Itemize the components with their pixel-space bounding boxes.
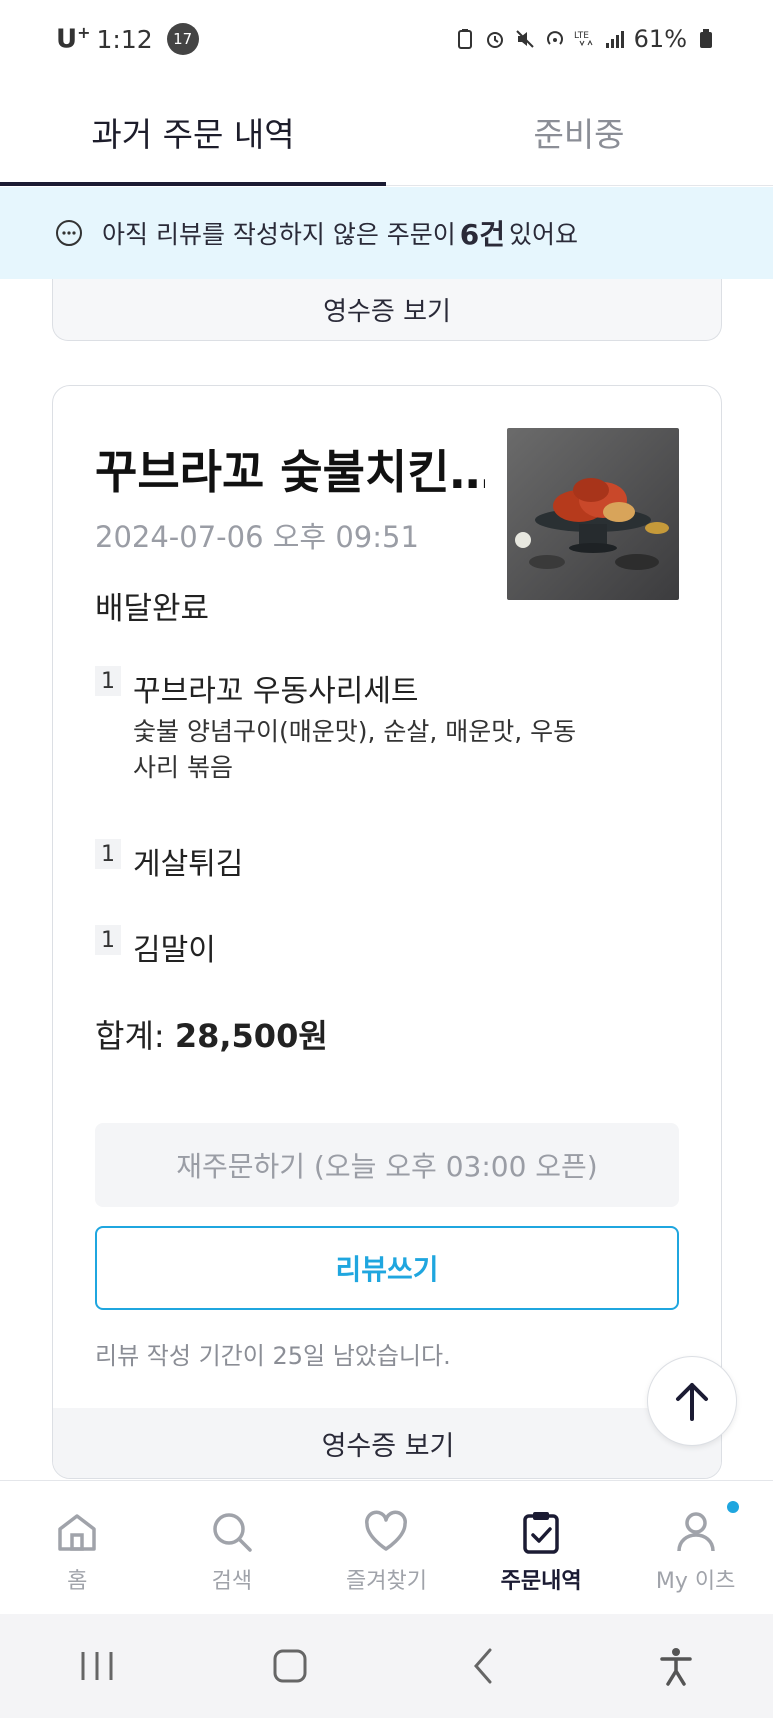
person-icon [676,1512,715,1552]
delivery-status: 배달완료 [95,591,210,627]
notification-dot [726,1501,739,1513]
store-name[interactable]: 꾸브라꼬 숯불치킨… [95,436,485,502]
banner-count: 6건 [459,218,506,251]
order-card: 꾸브라꼬 숯불치킨… 2024-07-06 오후 09:51 배달완료 1 꾸브… [52,385,722,1479]
order-item: 1 김말이 [95,925,216,969]
battery-saver-icon [457,29,472,49]
bottom-navigation: 홈 검색 즐겨찾기 주문내역 My 이츠 [0,1480,773,1614]
system-navigation-bar [0,1614,773,1718]
home-icon [58,1514,97,1551]
total-label: 합계: [95,1017,165,1055]
order-tabs: 과거 주문 내역 준비중 [0,78,773,186]
review-reminder-banner[interactable]: 아직 리뷰를 작성하지 않은 주문이 6건 있어요 [0,187,773,279]
chat-bubble-icon [56,220,82,246]
back-chevron-icon [474,1648,492,1684]
signal-icon [605,31,624,48]
status-bar: U+ 1:12 17 LTE 61% [0,0,773,78]
recent-apps-icon [81,1652,113,1680]
status-right: LTE 61% [454,25,717,53]
food-thumbnail [507,428,679,600]
svg-text:LTE: LTE [574,31,589,41]
clipboard-check-icon [523,1512,559,1554]
notification-count-badge: 17 [166,23,199,55]
item-options: 숯불 양념구이(매운맛), 순살, 매운맛, 우동사리 볶음 [133,717,577,782]
mute-icon [515,30,534,48]
order-total: 합계: 28,500원 [95,1011,328,1057]
banner-text-before: 아직 리뷰를 작성하지 않은 주문이 [102,220,456,249]
total-amount: 28,500원 [174,1017,328,1055]
nav-favorites[interactable]: 즐겨찾기 [309,1481,464,1614]
carrier-label: U+ [56,23,91,55]
nav-label: 검색 [211,1569,253,1594]
battery-icon [700,29,712,48]
hotspot-icon [546,31,563,45]
nav-orders[interactable]: 주문내역 [464,1481,619,1614]
nav-search[interactable]: 검색 [155,1481,310,1614]
nav-label: 즐겨찾기 [346,1569,427,1594]
scroll-to-top-button[interactable] [647,1356,737,1446]
review-period-note: 리뷰 작성 기간이 25일 남았습니다. [95,1342,451,1370]
lte-icon: LTE [574,31,593,47]
heart-icon [365,1510,408,1551]
order-item: 1 게살튀김 [95,839,243,883]
item-quantity: 1 [95,925,121,955]
write-review-button[interactable]: 리뷰쓰기 [95,1226,679,1310]
battery-percent: 61% [633,25,687,53]
item-name: 김말이 [133,933,216,968]
nav-home[interactable]: 홈 [0,1481,155,1614]
item-quantity: 1 [95,839,121,869]
tab-preparing[interactable]: 준비중 [386,78,772,185]
back-button[interactable] [453,1636,513,1696]
receipt-button[interactable]: 영수증 보기 [53,1408,721,1478]
status-left: U+ 1:12 17 [56,23,199,55]
home-button[interactable] [260,1636,320,1696]
item-quantity: 1 [95,666,121,696]
alarm-icon [486,32,503,48]
accessibility-button[interactable] [646,1636,706,1696]
clock: 1:12 [96,24,153,54]
order-item: 1 꾸브라꼬 우동사리세트 [95,666,419,710]
item-name: 꾸브라꼬 우동사리세트 [133,674,419,709]
prev-order-receipt-button[interactable]: 영수증 보기 [52,279,722,341]
home-square-icon [273,1649,307,1683]
search-icon [213,1513,252,1552]
recent-apps-button[interactable] [67,1636,127,1696]
nav-label: My 이츠 [655,1569,736,1594]
reorder-button[interactable]: 재주문하기 (오늘 오후 03:00 오픈) [95,1123,679,1207]
nav-label: 홈 [67,1569,88,1594]
banner-text-after: 있어요 [509,220,579,249]
nav-label: 주문내역 [500,1569,582,1594]
order-date: 2024-07-06 오후 09:51 [95,520,419,554]
tab-past-orders[interactable]: 과거 주문 내역 [0,78,386,186]
arrow-up-icon [676,1383,708,1421]
item-name: 게살튀김 [133,847,244,882]
nav-my-eats[interactable]: My 이츠 [618,1481,773,1614]
accessibility-icon [660,1648,693,1686]
